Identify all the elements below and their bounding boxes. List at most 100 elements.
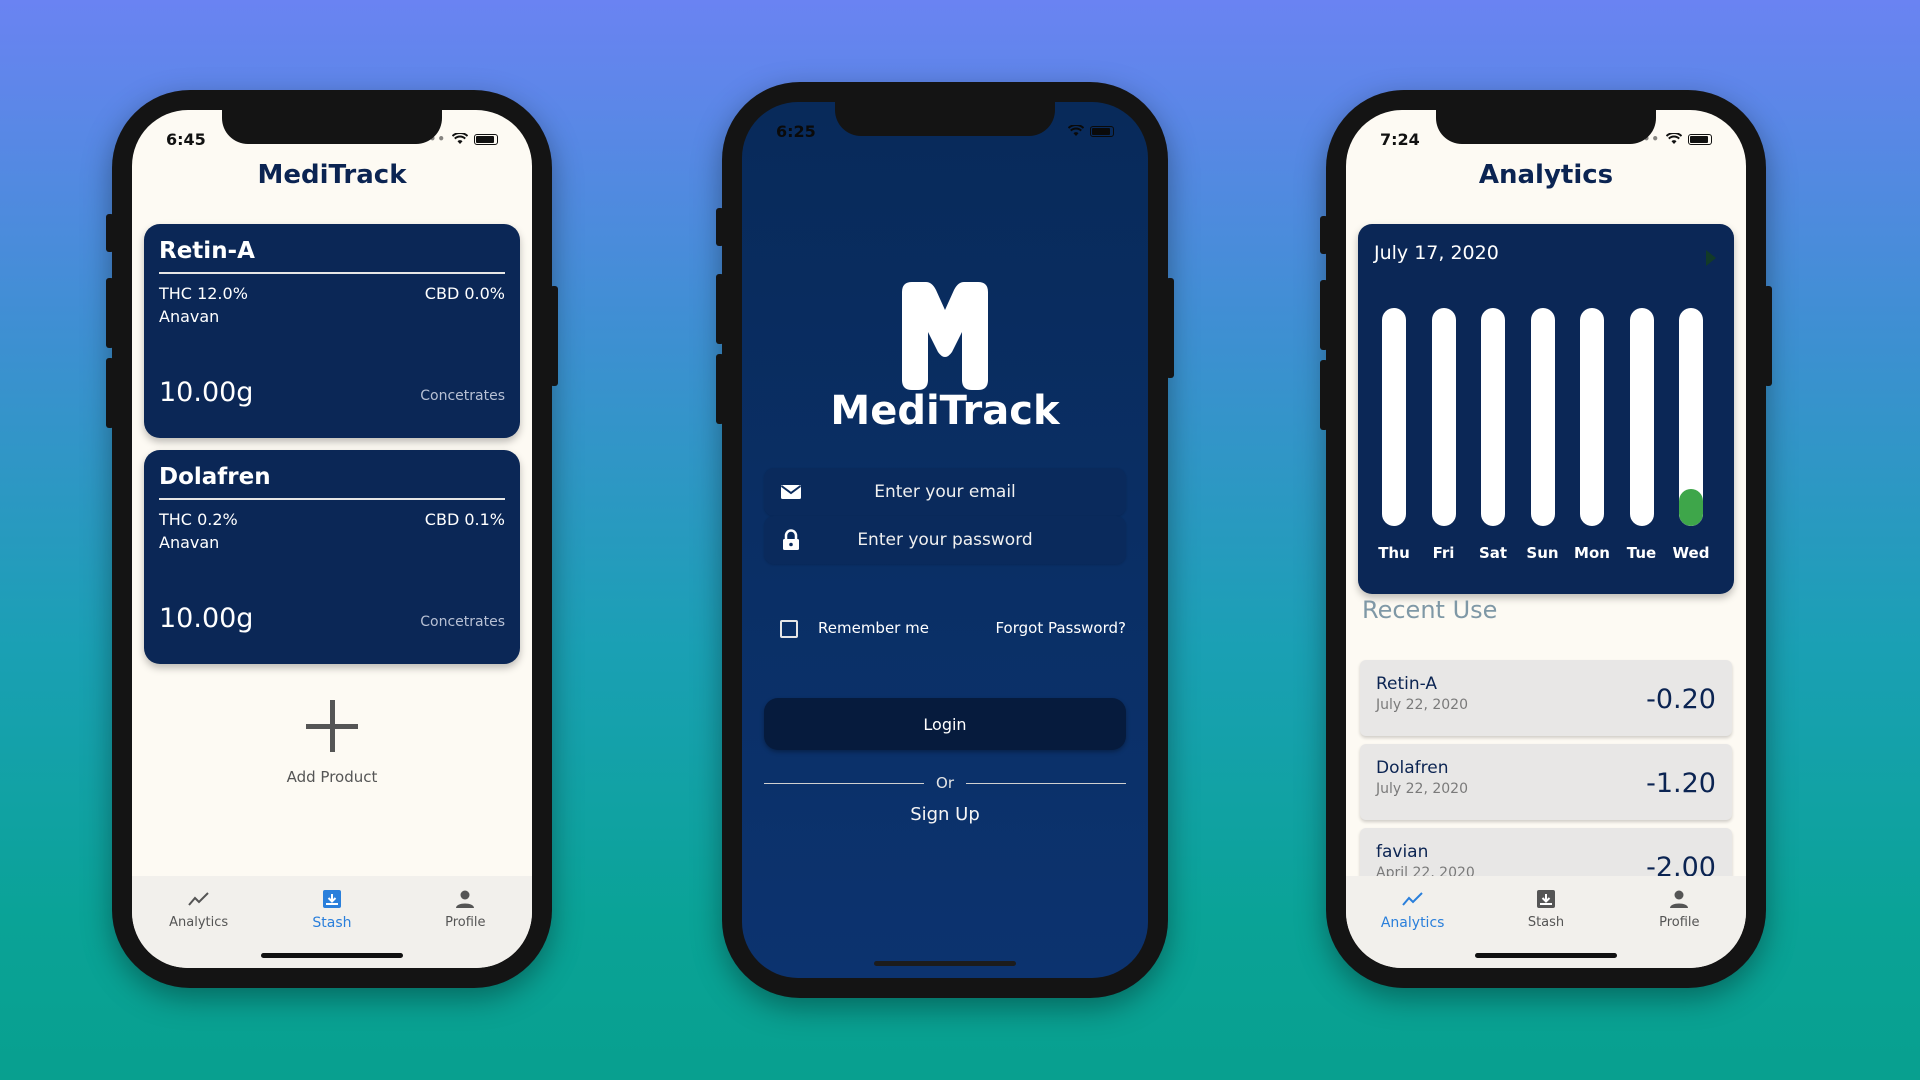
battery-icon: [1688, 133, 1712, 145]
product-footer: 10.00g Concetrates: [159, 377, 505, 408]
status-time: 6:25: [776, 121, 816, 141]
tab-label: Stash: [1527, 915, 1565, 930]
product-name: Retin-A: [159, 238, 505, 274]
chart-date: July 17, 2020: [1374, 242, 1499, 264]
phone-login: 6:25 MediTrack Enter your email Enter yo…: [716, 82, 1174, 998]
product-cannabinoids: THC 12.0% CBD 0.0%: [159, 284, 505, 303]
or-label: Or: [936, 774, 954, 792]
analytics-screen: 7:24 •••• Analytics July 17, 2020 ThuFri…: [1346, 110, 1746, 968]
product-cbd: CBD 0.1%: [424, 510, 505, 529]
product-card[interactable]: Retin-A THC 12.0% CBD 0.0% Anavan 10.00g…: [144, 224, 520, 438]
status-time: 6:45: [166, 129, 206, 149]
usage-bar-thu: [1382, 308, 1406, 526]
usage-bar-mon: [1580, 308, 1604, 526]
side-button: [106, 358, 114, 428]
tab-profile[interactable]: Profile: [1624, 886, 1734, 968]
usage-bar-sat: [1481, 308, 1505, 526]
remember-label: Remember me: [818, 619, 929, 637]
battery-icon: [474, 133, 498, 145]
side-button: [1764, 286, 1772, 386]
day-label: Sat: [1478, 544, 1508, 562]
product-amount: 10.00g: [159, 377, 254, 408]
product-thc: THC 0.2%: [159, 510, 238, 529]
sign-up-link[interactable]: Sign Up: [742, 804, 1148, 825]
recent-item-amount: -1.20: [1646, 768, 1716, 799]
logo-m-icon: [902, 282, 988, 390]
envelope-icon: [780, 484, 802, 500]
wifi-icon: [452, 133, 468, 144]
notch: [222, 110, 442, 144]
day-label: Mon: [1574, 544, 1610, 562]
side-button: [1320, 360, 1328, 430]
side-button: [716, 354, 724, 424]
email-field[interactable]: Enter your email: [764, 468, 1126, 516]
lock-icon: [780, 529, 802, 551]
login-button[interactable]: Login: [764, 698, 1126, 750]
next-arrow-icon[interactable]: [1706, 250, 1716, 266]
remember-row: Remember me Forgot Password?: [780, 619, 1126, 638]
product-card[interactable]: Dolafren THC 0.2% CBD 0.1% Anavan 10.00g…: [144, 450, 520, 664]
product-cbd: CBD 0.0%: [424, 284, 505, 303]
add-product-button[interactable]: Add Product: [132, 700, 532, 786]
page-title: Analytics: [1478, 160, 1614, 190]
tab-label: Analytics: [1380, 915, 1445, 931]
side-button: [1320, 216, 1328, 254]
forgot-password-link[interactable]: Forgot Password?: [995, 619, 1126, 637]
home-indicator: [874, 961, 1016, 966]
day-label: Sun: [1526, 544, 1559, 562]
product-category: Concetrates: [420, 388, 505, 404]
phone-stash: 6:45 •••• MediTrack Retin-A THC 12.0% CB…: [106, 90, 558, 988]
product-thc: THC 12.0%: [159, 284, 248, 303]
app-name: MediTrack: [830, 388, 1060, 434]
plus-icon: [306, 700, 358, 752]
home-indicator: [261, 953, 403, 958]
password-field[interactable]: Enter your password: [764, 516, 1126, 564]
add-product-label: Add Product: [286, 768, 378, 786]
usage-bar-fri: [1431, 308, 1456, 526]
chart-line-icon: [1400, 886, 1426, 912]
chart-line-icon: [186, 886, 212, 912]
divider-line: [966, 782, 1127, 784]
status-time: 7:24: [1380, 129, 1420, 149]
recent-use-heading: Recent Use: [1362, 596, 1498, 624]
battery-icon: [1090, 125, 1114, 137]
password-placeholder: Enter your password: [857, 530, 1033, 550]
side-button: [1166, 278, 1174, 378]
tab-analytics[interactable]: Analytics: [1358, 886, 1468, 968]
status-icons: [1068, 125, 1114, 137]
notch: [835, 102, 1055, 136]
day-label: Fri: [1432, 544, 1455, 562]
usage-bar-fill: [1679, 488, 1703, 526]
side-button: [716, 274, 724, 344]
stash-screen: 6:45 •••• MediTrack Retin-A THC 12.0% CB…: [132, 110, 532, 968]
or-divider: Or: [764, 774, 1127, 792]
stash-box-icon: [319, 886, 345, 912]
usage-bar-sun: [1530, 308, 1555, 526]
usage-chart-card: July 17, 2020 Thu Fri Sat Sun Mon Tue Wed: [1358, 224, 1734, 594]
usage-bar-wed: [1679, 308, 1703, 526]
side-button: [716, 208, 724, 246]
day-label: Thu: [1378, 544, 1410, 562]
recent-use-item[interactable]: Dolafren July 22, 2020 -1.20: [1360, 744, 1732, 820]
side-button: [1320, 280, 1328, 350]
stash-box-icon: [1533, 886, 1559, 912]
person-icon: [452, 886, 478, 912]
recent-item-amount: -0.20: [1646, 684, 1716, 715]
product-footer: 10.00g Concetrates: [159, 603, 505, 634]
tab-label: Profile: [445, 915, 486, 930]
sign-up-label: Sign Up: [910, 804, 980, 825]
tab-profile[interactable]: Profile: [410, 886, 520, 968]
notch: [1436, 110, 1656, 144]
tab-analytics[interactable]: Analytics: [144, 886, 254, 968]
product-amount: 10.00g: [159, 603, 254, 634]
remember-checkbox[interactable]: [780, 619, 798, 638]
recent-use-item[interactable]: Retin-A July 22, 2020 -0.20: [1360, 660, 1732, 736]
wifi-icon: [1068, 125, 1084, 136]
usage-bar-tue: [1629, 308, 1654, 526]
remember-me-toggle[interactable]: Remember me: [780, 619, 929, 638]
tab-label: Profile: [1659, 915, 1700, 930]
product-cannabinoids: THC 0.2% CBD 0.1%: [159, 510, 505, 529]
side-button: [550, 286, 558, 386]
email-placeholder: Enter your email: [874, 482, 1016, 502]
tab-label: Analytics: [169, 915, 229, 930]
